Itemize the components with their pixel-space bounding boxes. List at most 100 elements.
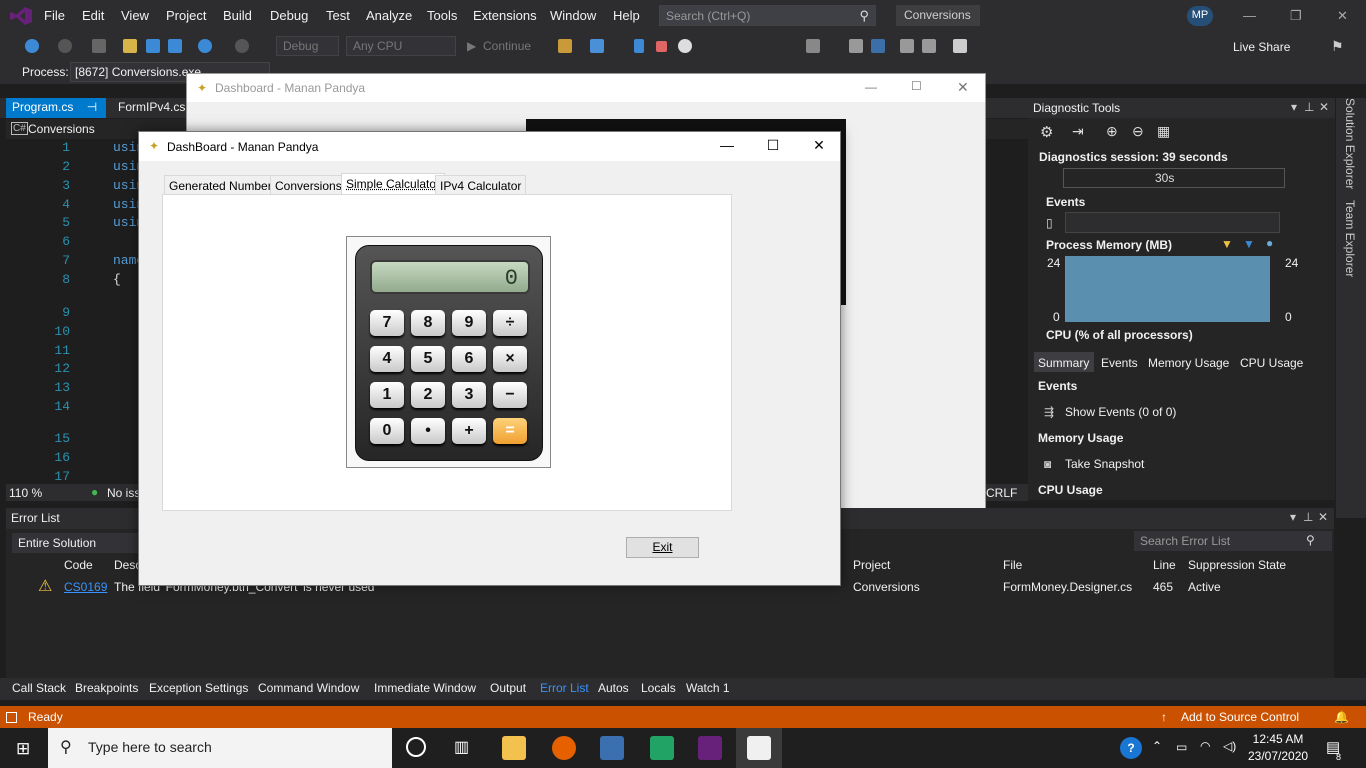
restart-icon[interactable] <box>678 39 692 53</box>
key-8[interactable]: 8 <box>411 310 445 336</box>
sql-icon[interactable] <box>600 736 624 760</box>
outdent-icon[interactable] <box>922 39 936 53</box>
menu-extensions[interactable]: Extensions <box>473 8 537 23</box>
source-control-button[interactable]: Add to Source Control <box>1181 710 1299 724</box>
menu-file[interactable]: File <box>44 8 65 23</box>
dashboard-app-icon[interactable] <box>747 736 771 760</box>
save-all-icon[interactable] <box>168 39 182 53</box>
help-icon[interactable]: ? <box>1120 737 1142 759</box>
pin-icon[interactable]: ⊥ <box>1304 100 1314 114</box>
feedback-icon[interactable]: ⚑ <box>1331 38 1344 55</box>
firefox-icon[interactable] <box>552 736 576 760</box>
key-0[interactable]: 0 <box>370 418 404 444</box>
close-icon[interactable]: ✕ <box>1319 100 1329 114</box>
menu-edit[interactable]: Edit <box>82 8 104 23</box>
pin-icon[interactable]: ⊣ <box>87 100 97 114</box>
menu-help[interactable]: Help <box>613 8 640 23</box>
maximize-icon[interactable]: ☐ <box>750 137 796 154</box>
column-project[interactable]: Project <box>853 558 890 572</box>
menu-test[interactable]: Test <box>326 8 350 23</box>
minimize-icon[interactable]: — <box>1243 8 1256 23</box>
close-icon[interactable]: ✕ <box>796 137 842 154</box>
pin-icon[interactable]: ⊥ <box>1303 510 1313 524</box>
tab-output[interactable]: Output <box>490 681 526 695</box>
quick-search-input[interactable]: Search (Ctrl+Q) ⚲ <box>659 5 876 26</box>
close-icon[interactable]: ✕ <box>957 79 969 96</box>
live-share-button[interactable]: Live Share <box>1233 40 1290 54</box>
key-3[interactable]: 3 <box>452 382 486 408</box>
tab-conversions[interactable]: Conversions <box>270 175 347 195</box>
solution-explorer-tab[interactable]: Solution Explorer <box>1343 98 1357 189</box>
tab-locals[interactable]: Locals <box>641 681 676 695</box>
zoom-in-icon[interactable]: ⊕ <box>1106 123 1118 140</box>
maximize-icon[interactable]: ☐ <box>911 79 922 93</box>
error-search-input[interactable]: Search Error List ⚲ <box>1134 531 1332 551</box>
zoom-out-icon[interactable]: ⊖ <box>1132 123 1144 140</box>
windows-start-icon[interactable]: ⊞ <box>16 739 30 759</box>
app-icon[interactable] <box>590 39 604 53</box>
tab-exception-settings[interactable]: Exception Settings <box>149 681 248 695</box>
column-file[interactable]: File <box>1003 558 1022 572</box>
redo-icon[interactable] <box>235 39 249 53</box>
key-minus[interactable]: − <box>493 382 527 408</box>
menu-view[interactable]: View <box>121 8 149 23</box>
platform-select[interactable]: Any CPU <box>346 36 456 56</box>
restore-icon[interactable]: ❐ <box>1290 8 1302 24</box>
bell-icon[interactable]: 🔔 <box>1334 710 1349 724</box>
column-suppression[interactable]: Suppression State <box>1188 558 1286 572</box>
key-5[interactable]: 5 <box>411 346 445 372</box>
stack-icon[interactable] <box>871 39 885 53</box>
column-line[interactable]: Line <box>1153 558 1176 572</box>
settings-icon[interactable]: ⚙ <box>1040 123 1053 141</box>
key-4[interactable]: 4 <box>370 346 404 372</box>
cortana-icon[interactable] <box>406 737 426 757</box>
avatar[interactable]: MP <box>1187 6 1213 26</box>
menu-tools[interactable]: Tools <box>427 8 457 23</box>
save-icon[interactable] <box>146 39 160 53</box>
line-ending[interactable]: CRLF <box>986 486 1017 500</box>
column-code[interactable]: Code <box>64 558 93 572</box>
threads-icon[interactable] <box>849 39 863 53</box>
tab-memory-usage[interactable]: Memory Usage <box>1148 356 1229 370</box>
open-folder-icon[interactable] <box>123 39 137 53</box>
menu-build[interactable]: Build <box>223 8 252 23</box>
key-1[interactable]: 1 <box>370 382 404 408</box>
hex-icon[interactable] <box>806 39 820 53</box>
zoom-select[interactable]: 110 % <box>9 486 42 500</box>
tab-events[interactable]: Events <box>1101 356 1138 370</box>
key-plus[interactable]: + <box>452 418 486 444</box>
tab-watch-1[interactable]: Watch 1 <box>686 681 730 695</box>
minimize-icon[interactable]: — <box>865 80 877 94</box>
issues-indicator[interactable]: No iss <box>107 486 140 500</box>
taskbar-search-input[interactable]: ⚲ Type here to search <box>48 728 392 768</box>
chevron-up-icon[interactable]: ⌃ <box>1152 739 1162 753</box>
visual-studio-taskbar-icon[interactable] <box>698 736 722 760</box>
tab-program-cs[interactable]: Program.cs ⊣ <box>6 98 106 118</box>
back-icon[interactable] <box>25 39 39 53</box>
menu-project[interactable]: Project <box>166 8 206 23</box>
bookmark-icon[interactable] <box>953 39 967 53</box>
tab-cpu-usage[interactable]: CPU Usage <box>1240 356 1303 370</box>
tab-command-window[interactable]: Command Window <box>258 681 359 695</box>
timeline-ruler[interactable]: 30s <box>1063 168 1285 188</box>
key-decimal[interactable]: • <box>411 418 445 444</box>
menu-debug[interactable]: Debug <box>270 8 308 23</box>
tab-autos[interactable]: Autos <box>598 681 629 695</box>
menu-window[interactable]: Window <box>550 8 596 23</box>
close-icon[interactable]: ✕ <box>1318 510 1328 524</box>
attach-icon[interactable] <box>558 39 572 53</box>
key-7[interactable]: 7 <box>370 310 404 336</box>
calculator-image[interactable]: 0 7 8 9 ÷ 4 5 6 × 1 2 3 − 0 • + = <box>346 236 551 468</box>
key-6[interactable]: 6 <box>452 346 486 372</box>
pause-icon[interactable] <box>634 39 644 53</box>
excel-icon[interactable] <box>650 736 674 760</box>
error-code-link[interactable]: CS0169 <box>64 580 107 594</box>
tab-call-stack[interactable]: Call Stack <box>12 681 66 695</box>
dropdown-icon[interactable]: ▾ <box>1291 100 1297 114</box>
export-icon[interactable]: ⇥ <box>1072 123 1084 140</box>
key-multiply[interactable]: × <box>493 346 527 372</box>
stop-icon[interactable] <box>656 41 667 52</box>
continue-icon[interactable]: ▶ <box>467 39 476 53</box>
tab-generated-numbers[interactable]: Generated Numbers <box>164 175 283 195</box>
process-memory-chart[interactable] <box>1065 256 1270 322</box>
